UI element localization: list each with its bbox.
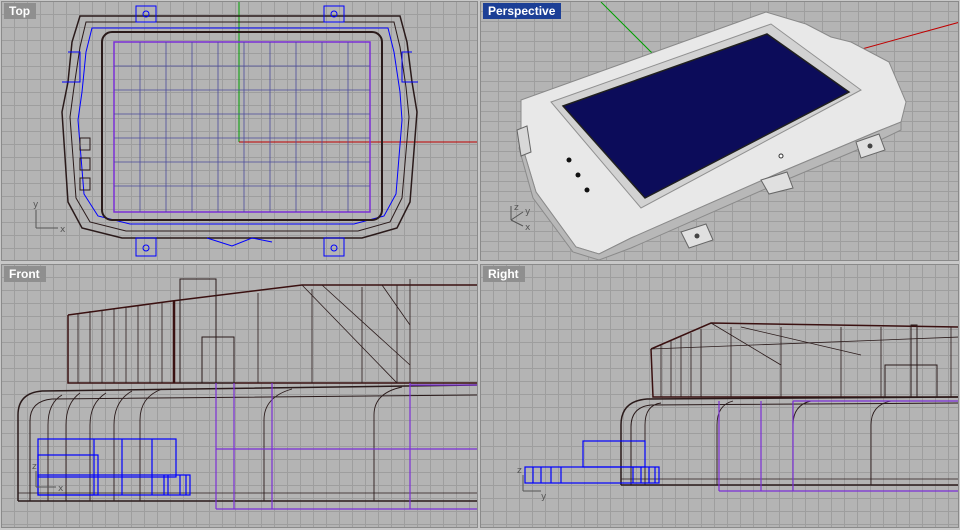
top-tab-left (135, 5, 157, 23)
upper-mesh (650, 322, 958, 397)
side-button-3 (79, 177, 91, 191)
screen-mesh (114, 42, 370, 212)
viewport-tab-right[interactable]: Right (483, 266, 525, 282)
screen-profile (215, 383, 477, 510)
bottom-tab-left (135, 237, 157, 257)
front-view-wireframe: z x (17, 278, 477, 510)
bottom-tab-right (323, 237, 345, 257)
viewport-top[interactable]: Top y x (1, 1, 478, 261)
gizmo-axis-icon: z y (517, 466, 547, 502)
svg-text:z: z (514, 203, 519, 213)
side-button-1 (79, 137, 91, 151)
bezel-outline (101, 31, 383, 221)
top-view-wireframe: y x (33, 2, 477, 257)
lower-mesh (47, 386, 403, 501)
viewport-tab-front[interactable]: Front (4, 266, 46, 282)
button-dot-3 (584, 187, 590, 193)
viewport-tab-perspective[interactable]: Perspective (483, 3, 562, 19)
connector-block (524, 440, 660, 484)
housing-blue (77, 27, 403, 225)
top-tab-right (323, 5, 345, 23)
svg-text:x: x (60, 225, 66, 235)
svg-text:x: x (58, 484, 64, 494)
svg-text:z: z (32, 462, 37, 472)
button-dot-1 (566, 157, 572, 163)
right-view-wireframe: z y (517, 322, 958, 502)
svg-text:y: y (525, 207, 531, 217)
upper-mesh (77, 279, 411, 384)
gizmo-axis-icon: z y x (510, 203, 531, 233)
svg-text:z: z (517, 466, 522, 476)
viewport-tab-top[interactable]: Top (4, 3, 37, 19)
svg-text:y: y (33, 200, 39, 210)
svg-text:y: y (541, 492, 547, 502)
perspective-render: z y x (510, 2, 958, 260)
svg-text:x: x (525, 223, 531, 233)
screen-profile (718, 400, 958, 492)
viewport-right[interactable]: Right z y (480, 264, 959, 528)
front-block (179, 278, 217, 384)
gizmo-axis-icon: y x (33, 200, 66, 235)
screen-area (113, 41, 371, 213)
viewport-perspective[interactable]: Perspective z y x (480, 1, 959, 261)
viewport-front[interactable]: Front z x (1, 264, 478, 528)
button-dot-2 (575, 172, 581, 178)
